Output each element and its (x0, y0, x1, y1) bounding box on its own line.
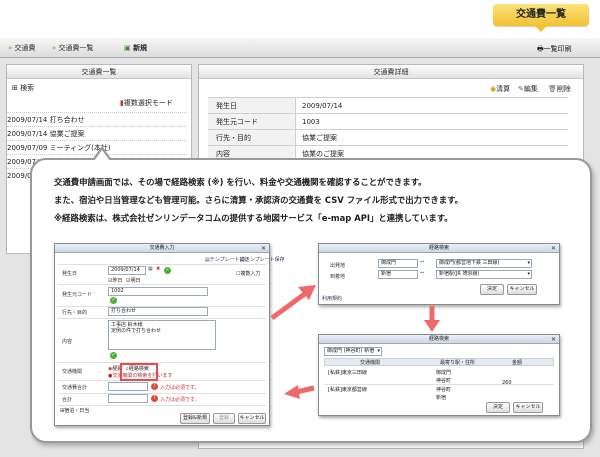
arrow-to-input (284, 385, 315, 399)
flow-arrows (158, 285, 440, 399)
arrow-down (424, 306, 440, 332)
arrow-to-search (270, 285, 316, 321)
arrow-from-highlight (158, 292, 300, 368)
